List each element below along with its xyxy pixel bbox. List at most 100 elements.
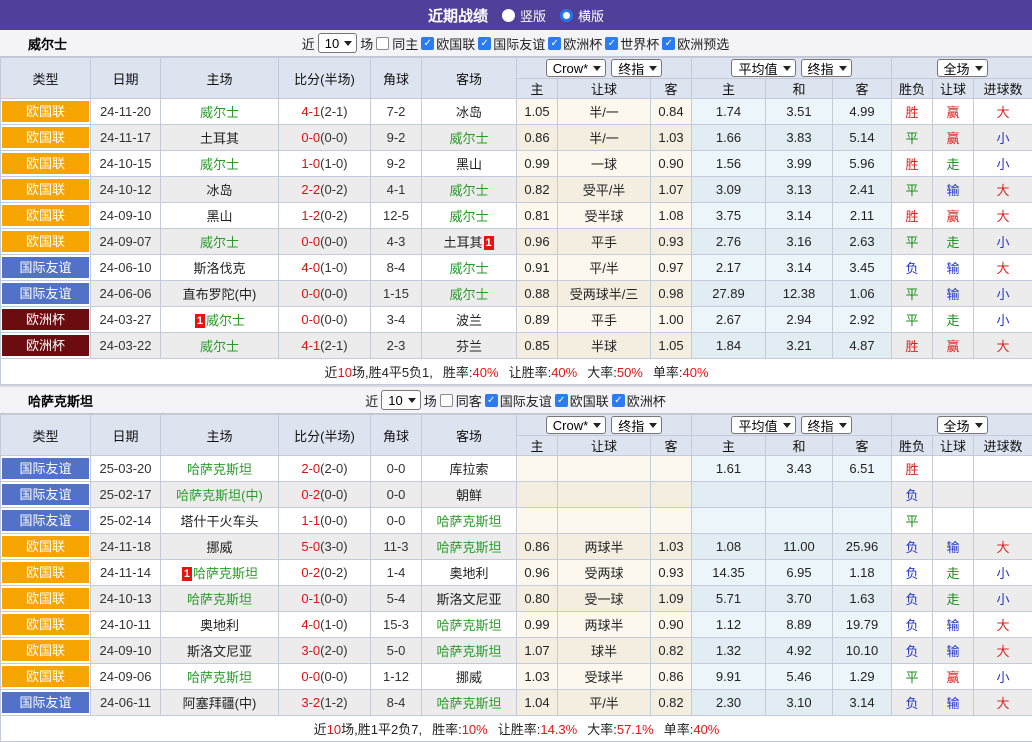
- match-row: 欧洲杯 24-03-22 威尔士 4-1(2-1) 2-3 芬兰 0.85 半球…: [1, 333, 1032, 359]
- match-count-select[interactable]: 10: [381, 390, 420, 410]
- radio-button[interactable]: [502, 9, 515, 22]
- result-wdl: 平: [892, 307, 933, 333]
- title-bar: 近期战绩 竖版 横版: [0, 0, 1032, 30]
- team-label: 直布罗陀(中): [183, 287, 257, 302]
- average-select[interactable]: 平均值: [731, 416, 795, 434]
- handicap-line: 受一球: [558, 586, 651, 612]
- handicap-line: 球半: [558, 638, 651, 664]
- home-team[interactable]: 哈萨克斯坦: [161, 664, 279, 690]
- result-handicap: 赢: [933, 203, 974, 229]
- handicap-line: 平/半: [558, 255, 651, 281]
- away-team[interactable]: 冰岛: [422, 99, 517, 125]
- subcol-header: 主: [517, 79, 558, 99]
- match-row: 欧国联 24-10-12 冰岛 2-2(0-2) 4-1 威尔士 0.82 受平…: [1, 177, 1032, 203]
- away-team[interactable]: 威尔士: [422, 255, 517, 281]
- away-team[interactable]: 哈萨克斯坦: [422, 690, 517, 716]
- odds-stage-select[interactable]: 终指: [611, 416, 662, 434]
- away-team[interactable]: 哈萨克斯坦: [422, 508, 517, 534]
- league-checkbox[interactable]: [605, 37, 618, 50]
- home-team[interactable]: 塔什干火车头: [161, 508, 279, 534]
- home-team[interactable]: 威尔士: [161, 333, 279, 359]
- home-team[interactable]: 哈萨克斯坦(中): [161, 482, 279, 508]
- corners: 0-0: [371, 482, 422, 508]
- away-team[interactable]: 哈萨克斯坦: [422, 638, 517, 664]
- result-goals: 大: [974, 203, 1032, 229]
- home-team[interactable]: 威尔士: [161, 99, 279, 125]
- match-date: 25-03-20: [91, 456, 161, 482]
- league-checkbox[interactable]: [421, 37, 434, 50]
- league-checkbox[interactable]: [485, 394, 498, 407]
- scope-select[interactable]: 全场: [937, 59, 988, 77]
- result-wdl: 负: [892, 255, 933, 281]
- result-wdl: 负: [892, 534, 933, 560]
- away-team[interactable]: 朝鲜: [422, 482, 517, 508]
- team-label: 威尔士: [449, 131, 488, 146]
- avg-draw-odds: 3.14: [766, 255, 833, 281]
- league-checkbox[interactable]: [612, 394, 625, 407]
- corners: 1-4: [371, 560, 422, 586]
- away-team[interactable]: 威尔士: [422, 203, 517, 229]
- home-team[interactable]: 黑山: [161, 203, 279, 229]
- away-team[interactable]: 挪威: [422, 664, 517, 690]
- avg-away-odds: 4.99: [833, 99, 892, 125]
- same-venue-checkbox[interactable]: [376, 37, 389, 50]
- away-team[interactable]: 威尔士: [422, 281, 517, 307]
- away-team[interactable]: 威尔士: [422, 177, 517, 203]
- home-team[interactable]: 阿塞拜疆(中): [161, 690, 279, 716]
- result-goals: 大: [974, 99, 1032, 125]
- away-team[interactable]: 波兰: [422, 307, 517, 333]
- same-venue-label: 同客: [456, 391, 482, 410]
- league-checkbox[interactable]: [662, 37, 675, 50]
- league-badge: 国际友谊: [2, 257, 89, 278]
- league-checkbox[interactable]: [555, 394, 568, 407]
- summary-row: 近10场,胜1平2负7,胜率:10%让胜率:14.3%大率:57.1%单率:40…: [1, 716, 1032, 742]
- away-team[interactable]: 奥地利: [422, 560, 517, 586]
- match-score: 0-1(0-0): [279, 586, 371, 612]
- away-team[interactable]: 哈萨克斯坦: [422, 534, 517, 560]
- odds-stage-select[interactable]: 终指: [611, 59, 662, 77]
- home-team[interactable]: 斯洛伐克: [161, 255, 279, 281]
- home-team[interactable]: 哈萨克斯坦: [161, 586, 279, 612]
- home-team[interactable]: 土耳其: [161, 125, 279, 151]
- match-score: 0-0(0-0): [279, 664, 371, 690]
- home-team[interactable]: 1哈萨克斯坦: [161, 560, 279, 586]
- league-checkbox[interactable]: [548, 37, 561, 50]
- same-venue-checkbox[interactable]: [440, 394, 453, 407]
- scope-select[interactable]: 全场: [937, 416, 988, 434]
- average-select[interactable]: 平均值: [731, 59, 795, 77]
- home-team[interactable]: 哈萨克斯坦: [161, 456, 279, 482]
- away-team[interactable]: 斯洛文尼亚: [422, 586, 517, 612]
- euro-stage-select[interactable]: 终指: [801, 59, 852, 77]
- away-team[interactable]: 威尔士: [422, 125, 517, 151]
- subcol-header: 客: [651, 436, 692, 456]
- match-date: 24-09-07: [91, 229, 161, 255]
- crown-away-odds: 0.82: [651, 638, 692, 664]
- home-team[interactable]: 奥地利: [161, 612, 279, 638]
- bookmaker-select[interactable]: Crow*: [546, 59, 606, 77]
- subcol-header: 和: [766, 79, 833, 99]
- home-team[interactable]: 冰岛: [161, 177, 279, 203]
- home-team[interactable]: 斯洛文尼亚: [161, 638, 279, 664]
- summary-stat-value: 14.3%: [540, 722, 577, 737]
- home-team[interactable]: 挪威: [161, 534, 279, 560]
- match-count-value: 10: [388, 393, 402, 408]
- match-date: 24-11-18: [91, 534, 161, 560]
- radio-button[interactable]: [560, 9, 573, 22]
- away-team[interactable]: 库拉索: [422, 456, 517, 482]
- home-team[interactable]: 威尔士: [161, 229, 279, 255]
- away-team[interactable]: 芬兰: [422, 333, 517, 359]
- away-team[interactable]: 黑山: [422, 151, 517, 177]
- bookmaker-select[interactable]: Crow*: [546, 416, 606, 434]
- league-checkbox[interactable]: [478, 37, 491, 50]
- avg-away-odds: [833, 482, 892, 508]
- away-team[interactable]: 哈萨克斯坦: [422, 612, 517, 638]
- summary-stat-label: 胜率:: [443, 365, 473, 380]
- away-team[interactable]: 土耳其1: [422, 229, 517, 255]
- euro-stage-select[interactable]: 终指: [801, 416, 852, 434]
- avg-draw-odds: 11.00: [766, 534, 833, 560]
- home-team[interactable]: 直布罗陀(中): [161, 281, 279, 307]
- home-team[interactable]: 威尔士: [161, 151, 279, 177]
- home-team[interactable]: 1威尔士: [161, 307, 279, 333]
- corners: 3-4: [371, 307, 422, 333]
- match-count-select[interactable]: 10: [318, 33, 357, 53]
